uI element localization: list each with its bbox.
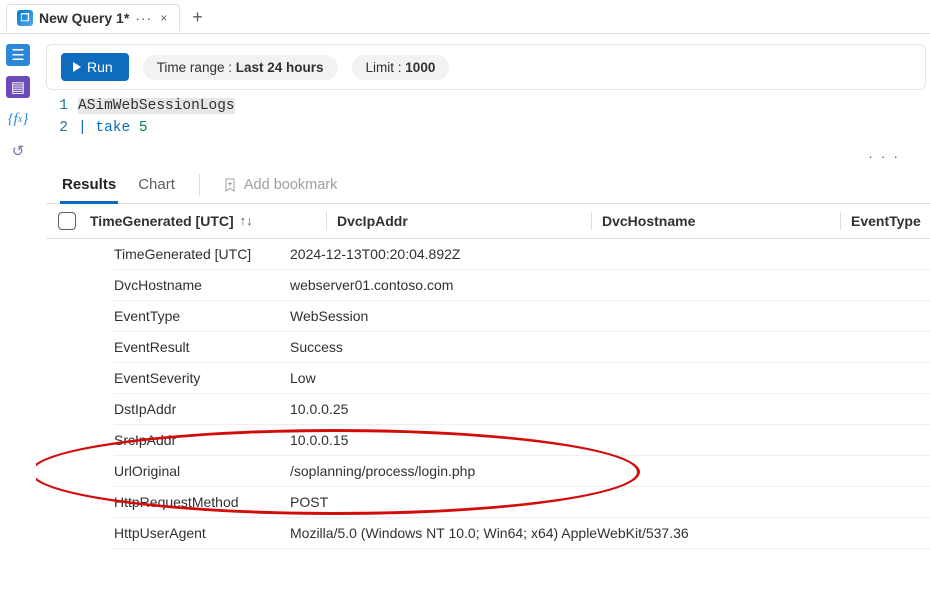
more-menu-icon[interactable]: · · · <box>46 142 930 164</box>
tab-results[interactable]: Results <box>60 168 118 203</box>
code-table: ASimWebSessionLogs <box>78 98 235 114</box>
close-icon[interactable]: × <box>158 11 169 25</box>
detail-row[interactable]: EventResultSuccess <box>114 332 930 363</box>
app-icon: ❐ <box>17 10 33 26</box>
detail-row[interactable]: DstIpAddr10.0.0.25 <box>114 394 930 425</box>
col-eventtype[interactable]: EventType <box>851 213 930 229</box>
play-icon <box>73 62 81 72</box>
detail-row[interactable]: HttpRequestMethodPOST <box>114 487 930 518</box>
run-button[interactable]: Run <box>61 53 129 81</box>
gutter-2: 2 <box>46 118 78 140</box>
tab-title: New Query 1* <box>39 10 129 26</box>
left-sidebar: ☰ ▤ {fx} ↺ <box>0 34 36 602</box>
detail-row[interactable]: EventTypeWebSession <box>114 301 930 332</box>
detail-row[interactable]: SrcIpAddr10.0.0.15 <box>114 425 930 456</box>
time-range-value: Last 24 hours <box>236 60 324 75</box>
grid-header: TimeGenerated [UTC] ↑↓ DvcIpAddr DvcHost… <box>46 204 930 239</box>
database-icon[interactable]: ▤ <box>6 76 30 98</box>
run-label: Run <box>87 59 113 75</box>
col-dvchostname[interactable]: DvcHostname <box>602 213 830 229</box>
pipe: | <box>78 120 87 136</box>
result-tabs: Results Chart Add bookmark <box>46 164 930 204</box>
query-editor[interactable]: 1 ASimWebSessionLogs 2 | take 5 <box>46 90 930 142</box>
limit-label: Limit : <box>366 60 402 75</box>
gutter-1: 1 <box>46 96 78 118</box>
select-all-checkbox[interactable] <box>58 212 76 230</box>
col-divider[interactable] <box>840 212 841 230</box>
query-toolbar: Run Time range : Last 24 hours Limit : 1… <box>46 44 926 90</box>
detail-row[interactable]: DvcHostnamewebserver01.contoso.com <box>114 270 930 301</box>
new-tab-button[interactable]: + <box>182 4 213 30</box>
time-range-label: Time range : <box>157 60 232 75</box>
operator: take <box>95 120 130 136</box>
detail-row[interactable]: EventSeverityLow <box>114 363 930 394</box>
main-panel: Run Time range : Last 24 hours Limit : 1… <box>36 34 930 602</box>
limit-value: 1000 <box>405 60 435 75</box>
functions-icon[interactable]: {fx} <box>6 108 30 130</box>
limit-pill[interactable]: Limit : 1000 <box>352 55 450 80</box>
tab-open[interactable]: ❐ New Query 1* ··· × <box>6 4 180 31</box>
col-divider[interactable] <box>326 212 327 230</box>
divider <box>199 174 200 196</box>
tab-dots-icon[interactable]: ··· <box>135 10 152 26</box>
sort-icon[interactable]: ↑↓ <box>240 213 253 228</box>
col-dvcipaddr[interactable]: DvcIpAddr <box>337 213 581 229</box>
detail-rows: TimeGenerated [UTC]2024-12-13T00:20:04.8… <box>46 239 930 549</box>
bookmark-icon <box>222 177 238 193</box>
history-icon[interactable]: ↺ <box>6 140 30 162</box>
tab-chart[interactable]: Chart <box>136 168 177 203</box>
number: 5 <box>139 120 148 136</box>
time-range-pill[interactable]: Time range : Last 24 hours <box>143 55 338 80</box>
detail-row[interactable]: HttpUserAgentMozilla/5.0 (Windows NT 10.… <box>114 518 930 549</box>
tab-bar: ❐ New Query 1* ··· × + <box>0 0 930 34</box>
bookmark-button[interactable]: Add bookmark <box>222 177 338 193</box>
detail-row[interactable]: UrlOriginal/soplanning/process/login.php <box>114 456 930 487</box>
col-timegenerated[interactable]: TimeGenerated [UTC] <box>90 213 234 229</box>
col-divider[interactable] <box>591 212 592 230</box>
tables-icon[interactable]: ☰ <box>6 44 30 66</box>
detail-row[interactable]: TimeGenerated [UTC]2024-12-13T00:20:04.8… <box>114 239 930 270</box>
bookmark-label: Add bookmark <box>244 177 338 193</box>
